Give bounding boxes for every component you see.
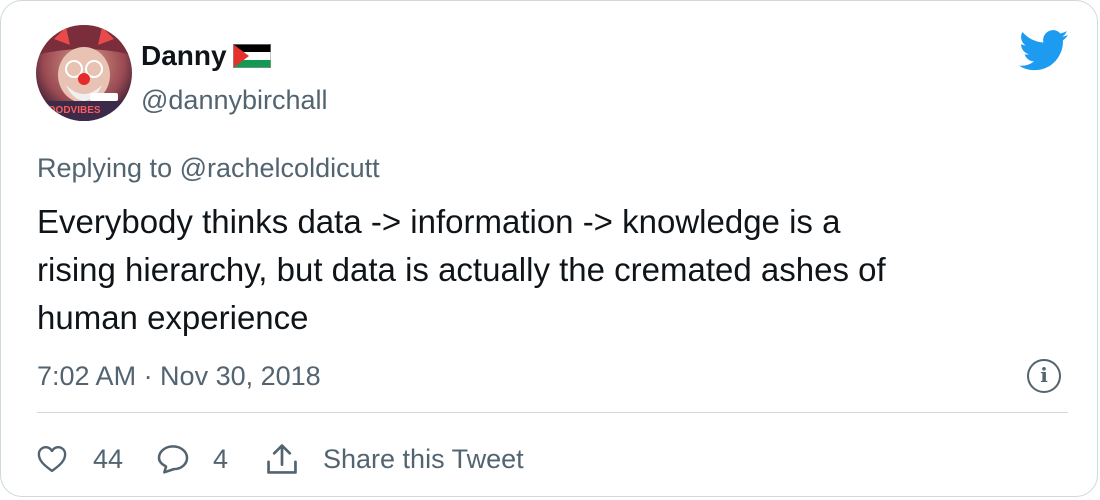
share-label: Share this Tweet	[323, 443, 524, 474]
tweet-timestamp[interactable]: 7:02 AM · Nov 30, 2018	[37, 361, 321, 391]
action-bar: 44 4 Share this Tweet	[37, 437, 524, 481]
like-button[interactable]: 44	[37, 444, 157, 475]
author-handle[interactable]: @dannybirchall	[141, 85, 328, 115]
like-count: 44	[93, 443, 124, 474]
reply-prefix: Replying to	[37, 153, 173, 183]
reply-button[interactable]: 4	[157, 444, 265, 475]
twitter-bird-icon[interactable]	[1019, 30, 1069, 72]
reply-context: Replying to @rachelcoldicutt	[37, 153, 380, 183]
avatar-sticker-text: GOODVIBES	[40, 105, 101, 116]
info-icon[interactable]: i	[1027, 359, 1061, 393]
avatar[interactable]: GOODVIBES	[36, 25, 132, 121]
tweet-text: Everybody thinks data -> information -> …	[37, 203, 886, 336]
tweet-card: GOODVIBES Danny @dannybirchall Replying …	[0, 0, 1098, 497]
speech-bubble-icon	[157, 444, 189, 474]
reply-count: 4	[213, 443, 229, 474]
reply-to-user-link[interactable]: @rachelcoldicutt	[180, 153, 380, 183]
palestine-flag-icon	[232, 44, 271, 74]
share-button[interactable]: Share this Tweet	[265, 442, 524, 476]
author-name[interactable]: Danny	[141, 41, 271, 74]
share-icon	[265, 442, 299, 476]
author-display-name: Danny	[141, 40, 227, 71]
avatar-image: GOODVIBES	[36, 25, 132, 121]
divider	[37, 412, 1068, 413]
heart-icon	[37, 445, 67, 473]
